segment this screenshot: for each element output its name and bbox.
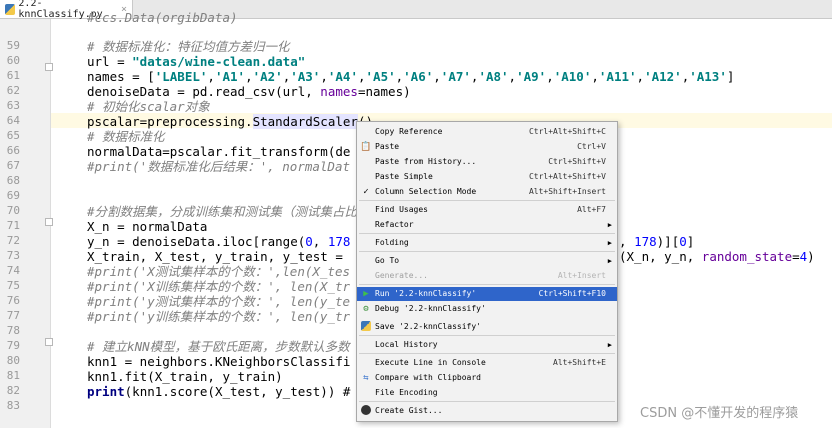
code-line-tail: , 178)][0] — [619, 234, 695, 249]
line-number: 71 — [6, 219, 20, 232]
code-line: pscalar=preprocessing.StandardScaler() — [87, 114, 373, 129]
line-number: 61 — [6, 69, 20, 82]
menu-item-generate[interactable]: Generate... Alt+Insert — [357, 269, 617, 283]
line-number-gutter[interactable]: 59 60 61 62 63 64 65 66 67 68 69 70 71 7… — [0, 19, 53, 428]
github-icon — [360, 405, 372, 417]
menu-item-compare-with-clipboard[interactable]: ⇆ Compare with Clipboard — [357, 371, 617, 385]
line-number: 79 — [6, 339, 20, 352]
line-number: 76 — [6, 294, 20, 307]
menu-item-paste-from-history[interactable]: Paste from History... Ctrl+Shift+V — [357, 155, 617, 169]
line-number: 64 — [6, 114, 20, 127]
menu-item-folding[interactable]: Folding ▶ — [357, 236, 617, 250]
menu-separator — [359, 353, 615, 354]
line-number: 70 — [6, 204, 20, 217]
menu-item-column-selection-mode[interactable]: ✓ Column Selection Mode Alt+Shift+Insert — [357, 185, 617, 199]
menu-separator — [359, 251, 615, 252]
line-number: 66 — [6, 144, 20, 157]
menu-item-find-usages[interactable]: Find Usages Alt+F7 — [357, 203, 617, 217]
menu-separator — [359, 200, 615, 201]
submenu-arrow-icon: ▶ — [607, 257, 612, 265]
code-line: # 建立kNN模型，基于欧氏距离，步数默认多数 — [87, 339, 350, 354]
menu-item-run[interactable]: ▶ Run '2.2-knnClassify' Ctrl+Shift+F10 — [357, 287, 617, 301]
line-number: 59 — [6, 39, 20, 52]
debug-icon: ⚙ — [363, 304, 369, 314]
code-line: # 数据标准化 — [87, 129, 165, 144]
line-number: 62 — [6, 84, 20, 97]
menu-separator — [359, 233, 615, 234]
line-number: 67 — [6, 159, 20, 172]
menu-separator — [359, 401, 615, 402]
code-line: knn1 = neighbors.KNeighborsClassifi — [87, 354, 351, 369]
run-icon: ▶ — [363, 289, 369, 299]
menu-item-go-to[interactable]: Go To ▶ — [357, 254, 617, 268]
line-number: 82 — [6, 384, 20, 397]
menu-item-debug[interactable]: ⚙ Debug '2.2-knnClassify' — [357, 302, 617, 316]
code-line-tail: (X_n, y_n, random_state=4) — [619, 249, 815, 264]
menu-item-save-configuration[interactable]: Save '2.2-knnClassify' — [357, 320, 617, 334]
code-line: #print('X训练集样本的个数：', len(X_tr — [87, 279, 351, 294]
code-line: # 初始化scalar对象 — [87, 99, 210, 114]
compare-icon: ⇆ — [363, 373, 369, 383]
paste-icon: 📋 — [360, 142, 372, 152]
watermark: CSDN @不懂开发的程序猿 — [640, 406, 799, 421]
line-number: 81 — [6, 369, 20, 382]
code-line: #ccs.Data(orgibData) — [87, 10, 238, 25]
code-line: print(knn1.score(X_test, y_test)) # — [87, 384, 351, 399]
code-line: knn1.fit(X_train, y_train) — [87, 369, 283, 384]
editor-context-menu: Copy Reference Ctrl+Alt+Shift+C 📋 Paste Ctr… — [356, 121, 618, 422]
python-file-icon — [5, 3, 16, 15]
menu-item-file-encoding[interactable]: File Encoding — [357, 386, 617, 400]
menu-item-refactor[interactable]: Refactor ▶ — [357, 218, 617, 232]
line-number: 65 — [6, 129, 20, 142]
code-line: X_n = normalData — [87, 219, 208, 234]
code-line: denoiseData = pd.read_csv(url, names=nam… — [87, 84, 411, 99]
menu-item-paste[interactable]: 📋 Paste Ctrl+V — [357, 140, 617, 154]
submenu-arrow-icon: ▶ — [607, 239, 612, 247]
code-line: X_train, X_test, y_train, y_test = — [87, 249, 351, 264]
submenu-arrow-icon: ▶ — [607, 221, 612, 229]
menu-item-paste-simple[interactable]: Paste Simple Ctrl+Alt+Shift+V — [357, 170, 617, 184]
line-number: 72 — [6, 234, 20, 247]
line-number: 68 — [6, 174, 20, 187]
line-number: 83 — [6, 399, 20, 412]
line-number: 63 — [6, 99, 20, 112]
line-number: 78 — [6, 324, 20, 337]
code-line: #print('数据标准化后结果：', normalDat — [87, 159, 351, 174]
submenu-arrow-icon: ▶ — [607, 341, 612, 349]
line-number: 80 — [6, 354, 20, 367]
code-line: #print('X测试集样本的个数：',len(X_tes — [87, 264, 351, 279]
code-line: #print('y训练集样本的个数：', len(y_tr — [87, 309, 351, 324]
line-number: 73 — [6, 249, 20, 262]
menu-separator — [359, 284, 615, 285]
code-line: #分割数据集，分成训练集和测试集（测试集占比 — [87, 204, 358, 219]
line-number: 60 — [6, 54, 20, 67]
check-icon: ✓ — [363, 187, 369, 197]
menu-item-execute-line-in-console[interactable]: Execute Line in Console Alt+Shift+E — [357, 356, 617, 370]
line-number: 75 — [6, 279, 20, 292]
code-line: url = "datas/wine-clean.data" — [87, 54, 306, 69]
menu-item-local-history[interactable]: Local History ▶ — [357, 338, 617, 352]
code-line: y_n = denoiseData.iloc[range(0, 178 — [87, 234, 351, 249]
code-line: # 数据标准化：特征均值方差归一化 — [87, 39, 290, 54]
line-number: 69 — [6, 189, 20, 202]
python-icon — [360, 321, 372, 333]
code-line: names = ['LABEL','A1','A2','A3','A4','A5… — [87, 69, 735, 84]
code-line: #print('y测试集样本的个数：', len(y_te — [87, 294, 351, 309]
line-number: 74 — [6, 264, 20, 277]
menu-item-create-gist[interactable]: Create Gist... — [357, 404, 617, 418]
menu-item-copy-reference[interactable]: Copy Reference Ctrl+Alt+Shift+C — [357, 125, 617, 139]
line-number: 77 — [6, 309, 20, 322]
menu-separator — [359, 335, 615, 336]
code-line: normalData=pscalar.fit_transform(de — [87, 144, 351, 159]
